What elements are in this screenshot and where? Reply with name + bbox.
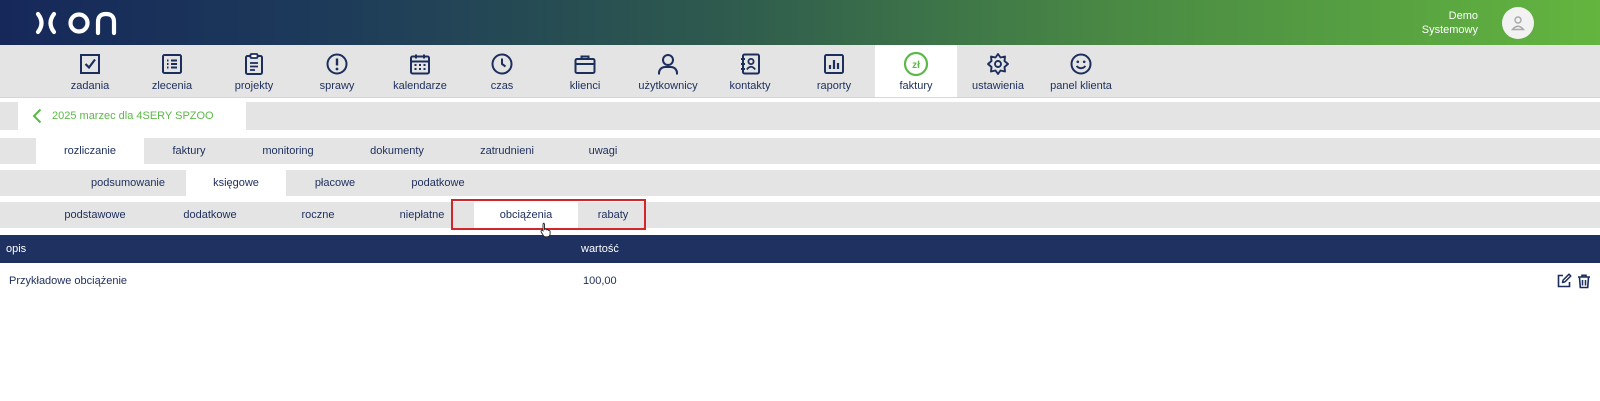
tab-dodatkowe[interactable]: dodatkowe [154, 202, 266, 228]
user-first-name: Demo [1448, 10, 1478, 22]
breadcrumb-title[interactable]: 2025 marzec dla 4SERY SPZOO [52, 110, 214, 122]
nav-label-czas: czas [490, 80, 514, 92]
calendar-icon [407, 51, 433, 77]
nav-label-kalendarze: kalendarze [393, 80, 447, 92]
tab-roczne[interactable]: roczne [266, 202, 370, 228]
tab-podsumowanie[interactable]: podsumowanie [70, 170, 186, 196]
list-icon [159, 51, 185, 77]
tab-rozliczanie[interactable]: rozliczanie [36, 138, 144, 164]
smiley-icon [1068, 51, 1094, 77]
nav-label-projekty: projekty [234, 80, 274, 92]
nav-label-panel-klienta: panel klienta [1050, 80, 1112, 92]
zloty-icon: zł [903, 51, 929, 77]
tab-rabaty[interactable]: rabaty [578, 202, 648, 228]
nav-label-raporty: raporty [816, 80, 852, 92]
main-nav: zadania zlecenia projekty sprawy kalenda… [0, 45, 1600, 98]
table-header: opis wartość [0, 235, 1600, 263]
nav-label-klienci: klienci [569, 80, 601, 92]
checkbox-icon [77, 51, 103, 77]
tab-podatkowe[interactable]: podatkowe [384, 170, 492, 196]
xon-logo[interactable] [34, 10, 120, 36]
nav-label-uzytkownicy: użytkownicy [638, 80, 698, 92]
nav-item-uzytkownicy[interactable]: użytkownicy [627, 45, 709, 97]
breadcrumb-bar: 2025 marzec dla 4SERY SPZOO [0, 102, 1600, 130]
nav-item-panel-klienta[interactable]: panel klienta [1040, 45, 1122, 97]
tab-placowe[interactable]: płacowe [286, 170, 384, 196]
nav-item-ustawienia[interactable]: ustawienia [957, 45, 1039, 97]
tab-monitoring[interactable]: monitoring [234, 138, 342, 164]
nav-label-zlecenia: zlecenia [151, 80, 193, 92]
clipboard-icon [241, 51, 267, 77]
exclamation-icon [324, 51, 350, 77]
tabs-level3: podstawowe dodatkowe roczne niepłatne ob… [0, 202, 1600, 228]
briefcase-icon [572, 51, 598, 77]
tab-obciazenia[interactable]: obciążenia [474, 202, 578, 228]
tab-dokumenty[interactable]: dokumenty [342, 138, 452, 164]
nav-label-sprawy: sprawy [319, 80, 355, 92]
bar-chart-icon [821, 51, 847, 77]
cell-opis: Przykładowe obciążenie [9, 275, 128, 287]
nav-label-faktury: faktury [899, 80, 933, 92]
nav-item-czas[interactable]: czas [461, 45, 543, 97]
tab-zatrudnieni[interactable]: zatrudnieni [452, 138, 562, 164]
gear-icon [985, 51, 1011, 77]
trash-icon[interactable] [1576, 273, 1592, 289]
nav-label-zadania: zadania [70, 80, 110, 92]
tab-uwagi[interactable]: uwagi [562, 138, 644, 164]
nav-item-raporty[interactable]: raporty [793, 45, 875, 97]
tab-faktury[interactable]: faktury [144, 138, 234, 164]
tab-nieplatne[interactable]: niepłatne [370, 202, 474, 228]
breadcrumb: 2025 marzec dla 4SERY SPZOO [18, 102, 246, 130]
clock-icon [489, 51, 515, 77]
nav-item-kontakty[interactable]: kontakty [709, 45, 791, 97]
nav-item-kalendarze[interactable]: kalendarze [379, 45, 461, 97]
column-header-wartosc[interactable]: wartość [581, 235, 619, 263]
table-row[interactable]: Przykładowe obciążenie 100,00 [0, 268, 1600, 294]
column-header-opis[interactable]: opis [6, 235, 26, 263]
tab-podstawowe[interactable]: podstawowe [36, 202, 154, 228]
user-icon [655, 51, 681, 77]
svg-text:zł: zł [912, 60, 920, 71]
nav-item-klienci[interactable]: klienci [544, 45, 626, 97]
nav-item-sprawy[interactable]: sprawy [296, 45, 378, 97]
tabs-level2: podsumowanie księgowe płacowe podatkowe [0, 170, 1600, 196]
nav-item-zlecenia[interactable]: zlecenia [131, 45, 213, 97]
nav-item-zadania[interactable]: zadania [49, 45, 131, 97]
user-avatar-icon[interactable] [1502, 7, 1534, 39]
chevron-left-icon[interactable] [28, 106, 46, 126]
tab-ksiegowe[interactable]: księgowe [186, 170, 286, 196]
address-book-icon [737, 51, 763, 77]
user-last-name: Systemowy [1421, 24, 1478, 36]
cell-wartosc: 100,00 [583, 275, 617, 287]
nav-label-ustawienia: ustawienia [972, 80, 1024, 92]
nav-item-projekty[interactable]: projekty [213, 45, 295, 97]
hand-cursor-icon [540, 222, 551, 238]
nav-item-faktury[interactable]: zł faktury [875, 45, 957, 97]
nav-label-kontakty: kontakty [729, 80, 771, 92]
user-name[interactable]: Demo Systemowy [1380, 9, 1478, 37]
top-header: Demo Systemowy [0, 0, 1600, 45]
edit-icon[interactable] [1556, 273, 1572, 289]
tabs-level1: rozliczanie faktury monitoring dokumenty… [0, 138, 1600, 164]
